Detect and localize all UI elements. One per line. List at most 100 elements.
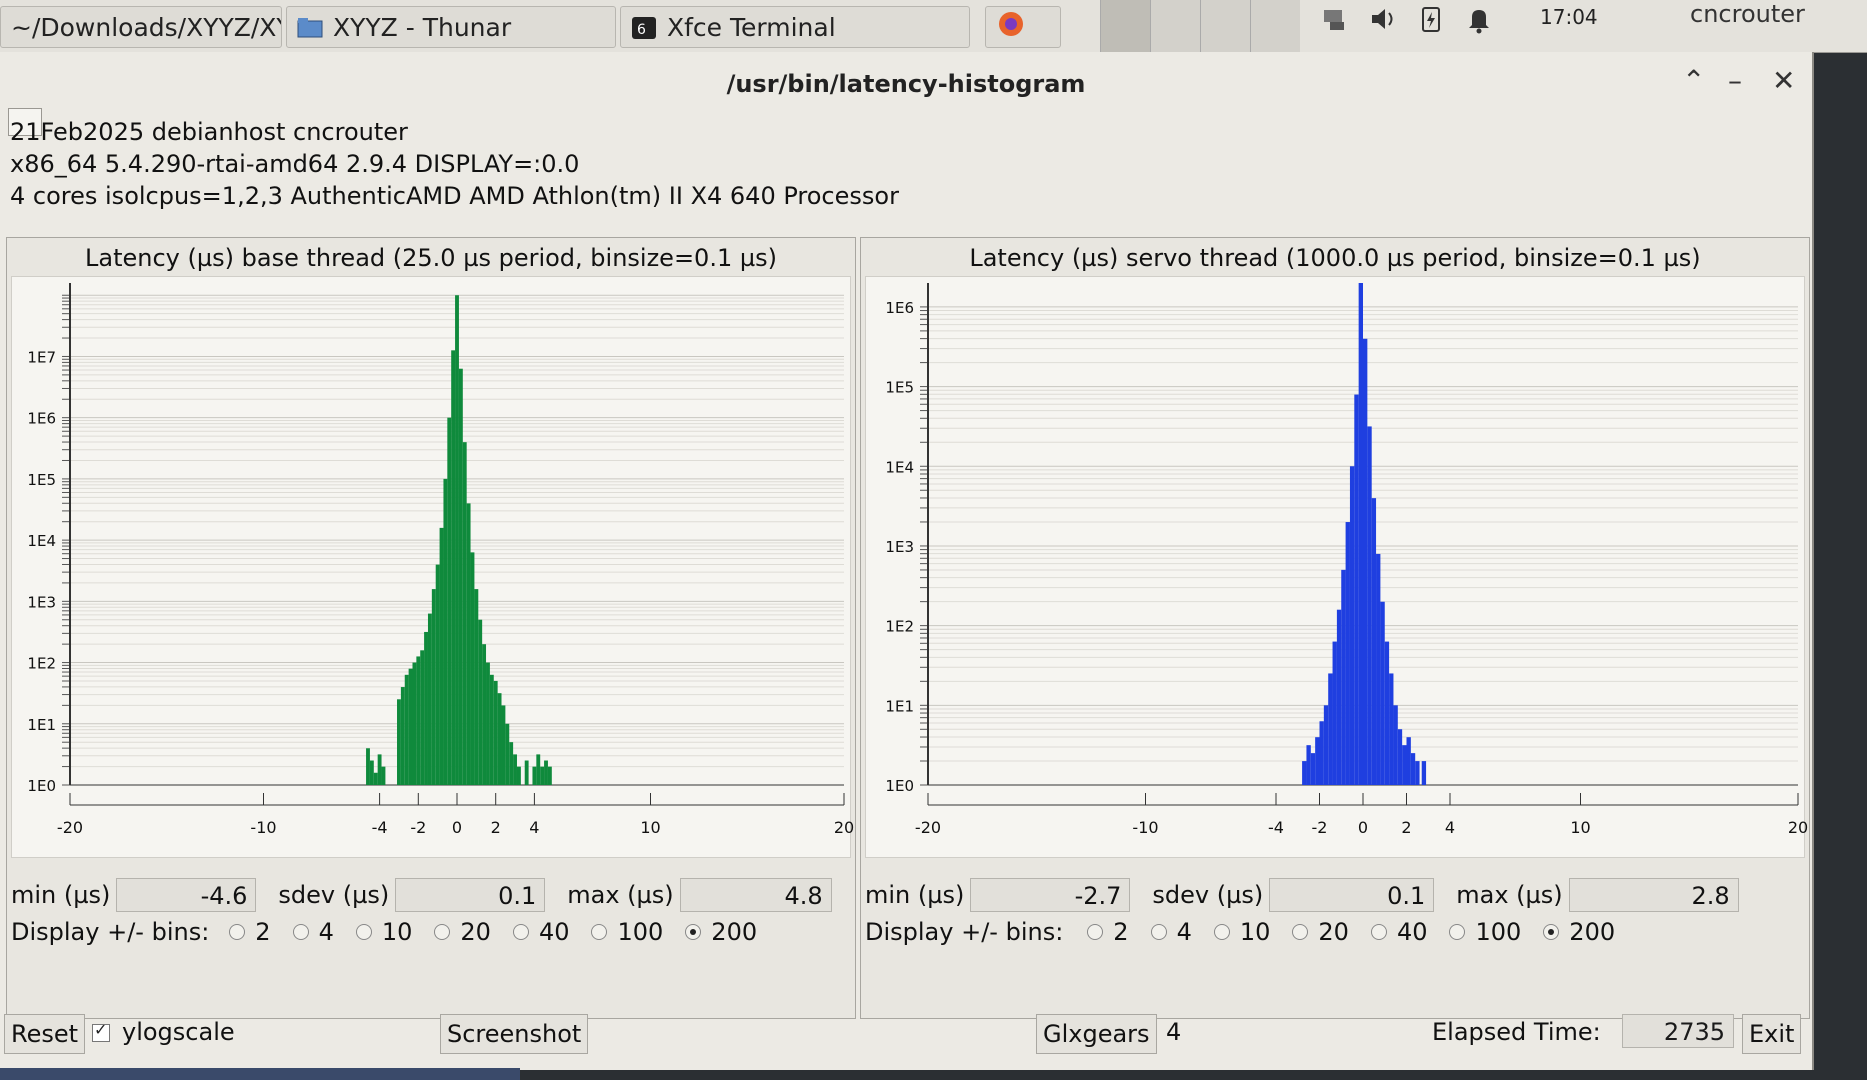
x-tick-label: 2: [491, 818, 501, 837]
y-tick-label: 1E7: [27, 348, 56, 366]
base-sdev-label: sdev (µs): [278, 881, 390, 909]
servo-bins-radio-group: 2 4 10 20 40 100 200: [1087, 918, 1637, 946]
radio-dot-icon[interactable]: [355, 924, 372, 940]
taskbar-item-downloads[interactable]: ~/Downloads/XYYZ/XY...: [0, 6, 282, 48]
x-tick-label: 4: [529, 818, 539, 837]
histogram-bar: [1421, 761, 1427, 785]
histogram-bar: [1336, 609, 1342, 785]
radio-label: 20: [460, 918, 491, 946]
radio-dot-icon[interactable]: [229, 924, 246, 940]
servo-thread-panel: Latency (µs) servo thread (1000.0 µs per…: [860, 237, 1810, 1019]
servo-sdev-label: sdev (µs): [1152, 881, 1264, 909]
base-bins-radio-40[interactable]: 40: [512, 918, 569, 946]
workspace-1[interactable]: [1100, 0, 1150, 52]
histogram-bar: [381, 766, 386, 785]
radio-label: 20: [1318, 918, 1349, 946]
x-tick-label: 0: [1358, 818, 1368, 837]
ylogscale-checkbox[interactable]: ylogscale: [92, 1018, 235, 1046]
glxgears-button[interactable]: Glxgears: [1036, 1014, 1157, 1054]
workspace-2[interactable]: [1150, 0, 1200, 52]
radio-dot-icon[interactable]: [1292, 924, 1309, 940]
histogram-bar: [1363, 338, 1368, 785]
taskbar-item-firefox[interactable]: [985, 6, 1061, 48]
battery-icon[interactable]: [1416, 4, 1446, 34]
histogram-bar: [1367, 426, 1372, 785]
glxgears-count: 4: [1166, 1018, 1182, 1046]
histogram-bar: [470, 552, 475, 785]
histogram-bar: [1397, 729, 1403, 785]
exit-button[interactable]: Exit: [1742, 1014, 1802, 1054]
reset-button[interactable]: Reset: [4, 1014, 86, 1054]
screenshot-button[interactable]: Screenshot: [440, 1014, 589, 1054]
notification-bell-icon[interactable]: [1464, 4, 1494, 34]
radio-dot-icon[interactable]: [685, 924, 702, 940]
radio-dot-icon[interactable]: [1150, 924, 1167, 940]
servo-bins-radio-100[interactable]: 100: [1449, 918, 1521, 946]
radio-dot-icon[interactable]: [1087, 924, 1104, 940]
volume-icon[interactable]: [1368, 4, 1398, 34]
histogram-bar: [516, 766, 521, 785]
histogram-bar: [1354, 394, 1359, 785]
histogram-bar: [455, 295, 459, 785]
window-maximize-icon[interactable]: ⌃: [1682, 64, 1705, 97]
radio-dot-icon[interactable]: [1213, 924, 1230, 940]
x-tick-label: 20: [834, 818, 854, 837]
taskbar-item-label: Xfce Terminal: [667, 12, 836, 42]
user-menu[interactable]: cncrouter: [1690, 0, 1805, 28]
radio-label: 10: [1239, 918, 1271, 946]
base-bins-radio-4[interactable]: 4: [292, 918, 334, 946]
histogram-bar: [509, 742, 514, 785]
base-chart-title: Latency (µs) base thread (25.0 µs period…: [85, 244, 777, 272]
histogram-bar: [412, 662, 417, 785]
base-bins-radio-20[interactable]: 20: [434, 918, 491, 946]
radio-dot-icon[interactable]: [512, 924, 529, 940]
workspace-4[interactable]: [1250, 0, 1300, 52]
y-tick-label: 1E1: [885, 697, 914, 715]
histogram-bar: [1306, 745, 1311, 785]
x-tick-label: -10: [1132, 818, 1158, 837]
base-bins-radio-10[interactable]: 10: [355, 918, 412, 946]
base-bins-radio-2[interactable]: 2: [229, 918, 271, 946]
radio-dot-icon[interactable]: [434, 924, 451, 940]
radio-dot-icon[interactable]: [1449, 924, 1466, 940]
firefox-icon: [996, 9, 1026, 45]
sysinfo-line3: 4 cores isolcpus=1,2,3 AuthenticAMD AMD …: [10, 182, 899, 210]
workspace-switcher[interactable]: [1100, 0, 1300, 52]
y-tick-label: 1E6: [885, 299, 914, 317]
radio-dot-icon[interactable]: [1543, 924, 1560, 940]
base-bins-radio-100[interactable]: 100: [591, 918, 663, 946]
radio-dot-icon[interactable]: [591, 924, 608, 940]
servo-bins-row: Display +/- bins: 2 4 10 20 40 100 200: [865, 918, 1637, 946]
y-tick-label: 1E2: [27, 655, 56, 673]
window-close-icon[interactable]: ✕: [1772, 64, 1795, 97]
taskbar-item-thunar[interactable]: XYYZ - Thunar: [286, 6, 616, 48]
clock[interactable]: 17:04: [1540, 2, 1598, 27]
taskbar-item-terminal[interactable]: 6 Xfce Terminal: [620, 6, 970, 48]
servo-max-label: max (µs): [1456, 881, 1563, 909]
servo-bins-radio-4[interactable]: 4: [1150, 918, 1192, 946]
base-max-value: 4.8: [679, 878, 832, 912]
network-icon[interactable]: [1320, 4, 1350, 34]
histogram-bar: [1341, 569, 1346, 785]
ylogscale-check-icon[interactable]: [92, 1020, 110, 1042]
base-min-value: -4.6: [116, 878, 257, 912]
base-bins-radio-200[interactable]: 200: [685, 918, 757, 946]
histogram-bar: [482, 644, 487, 785]
servo-bins-radio-2[interactable]: 2: [1087, 918, 1129, 946]
histogram-bar: [424, 631, 428, 785]
base-min-label: min (µs): [11, 881, 111, 909]
servo-bins-radio-10[interactable]: 10: [1213, 918, 1271, 946]
base-bins-row: Display +/- bins: 2 4 10 20 40 100 200: [11, 918, 779, 946]
workspace-3[interactable]: [1200, 0, 1250, 52]
servo-bins-radio-20[interactable]: 20: [1292, 918, 1349, 946]
histogram-bar: [408, 668, 413, 785]
window-minimize-icon[interactable]: –: [1728, 64, 1742, 97]
histogram-bar: [1302, 761, 1307, 785]
radio-dot-icon[interactable]: [1370, 924, 1387, 940]
servo-bins-radio-200[interactable]: 200: [1543, 918, 1615, 946]
radio-dot-icon[interactable]: [292, 924, 309, 940]
radio-label: 4: [318, 918, 334, 946]
servo-bins-radio-40[interactable]: 40: [1370, 918, 1427, 946]
x-tick-label: 2: [1401, 818, 1411, 837]
y-tick-label: 1E5: [27, 471, 56, 489]
